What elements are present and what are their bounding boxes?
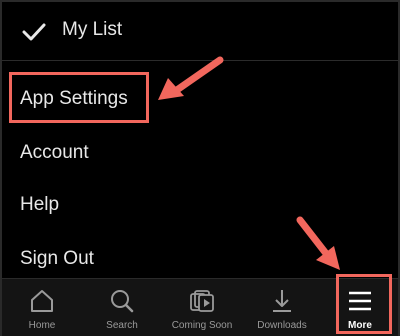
menu-item-sign-out[interactable]: Sign Out xyxy=(20,248,94,270)
my-list-row[interactable]: My List xyxy=(2,2,398,61)
nav-downloads-label: Downloads xyxy=(257,320,307,331)
nav-home[interactable]: Home xyxy=(2,279,82,336)
search-icon xyxy=(111,290,134,313)
nav-more[interactable]: More xyxy=(320,279,400,336)
bottom-navigation-bar: Home Search Coming Soon Downloads More xyxy=(2,278,398,336)
nav-more-label: More xyxy=(348,320,372,331)
nav-downloads[interactable]: Downloads xyxy=(242,279,322,336)
annotation-arrow-icon xyxy=(296,216,340,270)
annotation-highlight-app-settings xyxy=(9,72,149,123)
annotation-arrow-icon xyxy=(158,56,224,100)
home-icon xyxy=(31,290,53,312)
coming-soon-icon xyxy=(190,290,214,312)
nav-search-label: Search xyxy=(106,320,138,331)
nav-coming-soon-label: Coming Soon xyxy=(171,320,233,331)
menu-item-account[interactable]: Account xyxy=(20,142,89,164)
menu-item-help[interactable]: Help xyxy=(20,194,59,216)
nav-search[interactable]: Search xyxy=(82,279,162,336)
download-icon xyxy=(273,290,291,312)
nav-home-label: Home xyxy=(28,320,56,331)
app-screen: My List App Settings Account Help Sign O… xyxy=(0,0,400,336)
checkmark-icon xyxy=(22,23,46,41)
my-list-label: My List xyxy=(62,19,123,40)
nav-coming-soon[interactable]: Coming Soon xyxy=(162,279,242,336)
menu-icon xyxy=(349,291,371,311)
